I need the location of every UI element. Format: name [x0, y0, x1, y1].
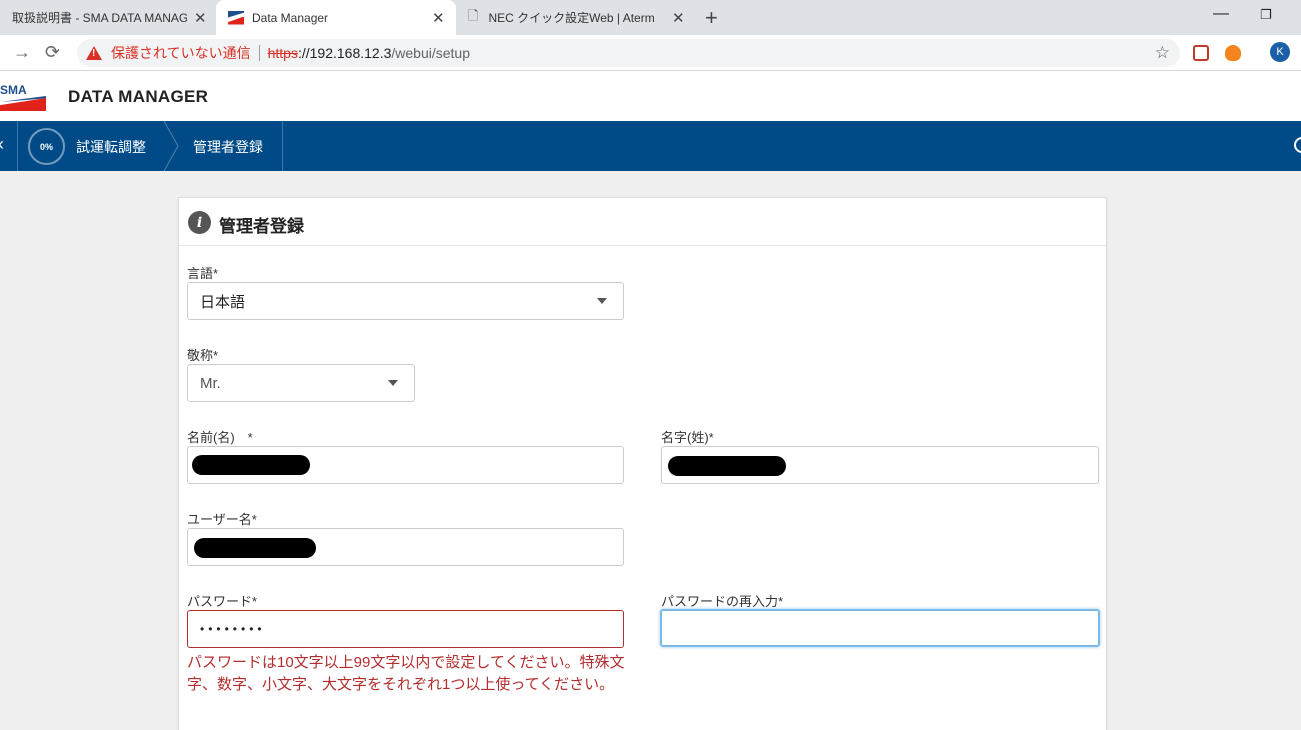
username-label: ユーザー名*	[187, 512, 257, 527]
bookmark-star-icon[interactable]: ☆	[1155, 43, 1170, 63]
wizard-step-admin-registration[interactable]: 管理者登録	[193, 137, 263, 157]
first-name-label: 名前(名) *	[187, 430, 253, 445]
forward-icon[interactable]: →	[13, 42, 31, 63]
close-icon[interactable]: ✕	[432, 9, 445, 27]
tab-title: 取扱説明書 - SMA DATA MANAG	[12, 11, 187, 25]
card-header: i 管理者登録	[179, 198, 1106, 246]
document-icon: 🗋	[468, 7, 479, 23]
sma-favicon-icon	[228, 10, 244, 25]
tab-title: Data Manager	[252, 10, 329, 25]
salutation-select[interactable]: Mr.	[187, 364, 415, 402]
help-icon[interactable]	[1294, 137, 1301, 153]
first-name-input[interactable]	[187, 446, 624, 484]
salutation-label: 敬称*	[187, 348, 219, 363]
password-confirm-label: パスワードの再入力*	[661, 594, 784, 609]
language-select[interactable]: 日本語	[187, 282, 624, 320]
browser-toolbar: → ⟳ 保護されていない通信 https://192.168.12.3/webu…	[0, 35, 1301, 71]
wizard-bar: ‹ 0% 試運転調整 管理者登録	[0, 121, 1301, 171]
salutation-value: Mr.	[200, 374, 221, 392]
app-title: DATA MANAGER	[68, 87, 209, 106]
last-name-input[interactable]	[661, 446, 1099, 484]
restore-button[interactable]: ❐	[1260, 7, 1272, 23]
chevron-left-icon[interactable]: ‹	[0, 134, 4, 155]
close-icon[interactable]: ✕	[672, 9, 685, 27]
tab-title: NEC クイック設定Web | Aterm	[488, 11, 655, 25]
language-value: 日本語	[200, 293, 246, 311]
divider	[282, 121, 283, 171]
redaction-mark	[668, 456, 786, 476]
new-tab-button[interactable]: +	[705, 5, 718, 31]
metamask-extension-icon[interactable]	[1225, 45, 1241, 61]
caret-down-icon	[388, 380, 398, 386]
browser-tab-data-manager[interactable]: Data Manager ✕	[216, 0, 456, 35]
password-confirm-input[interactable]	[660, 609, 1100, 647]
password-error-message: パスワードは10文字以上99文字以内で設定してください。特殊文字、数字、小文字、…	[187, 654, 625, 693]
divider	[258, 45, 260, 61]
security-label[interactable]: 保護されていない通信	[111, 43, 251, 63]
last-name-label: 名字(姓)*	[661, 430, 714, 445]
caret-down-icon	[597, 298, 607, 304]
progress-indicator: 0%	[28, 128, 65, 165]
redaction-mark	[194, 538, 316, 558]
url-path: /webui/setup	[391, 45, 470, 61]
chevron-right-icon	[163, 121, 179, 171]
profile-avatar[interactable]: K	[1270, 42, 1290, 62]
url-host: ://192.168.12.3	[297, 45, 392, 61]
browser-tab-nec[interactable]: 🗋 NEC クイック設定Web | Aterm ✕	[458, 0, 698, 35]
card-title: 管理者登録	[219, 217, 304, 236]
redaction-mark	[192, 455, 310, 475]
wizard-step-commissioning[interactable]: 試運転調整	[76, 137, 146, 157]
language-label: 言語*	[187, 266, 219, 281]
pocket-extension-icon[interactable]	[1193, 45, 1209, 61]
username-input[interactable]	[187, 528, 624, 566]
browser-tab-manual[interactable]: 取扱説明書 - SMA DATA MANAG ✕	[0, 0, 215, 35]
password-input[interactable]: ••••••••	[187, 610, 624, 648]
divider	[17, 121, 18, 171]
reload-icon[interactable]: ⟳	[45, 42, 60, 63]
warning-icon	[86, 46, 102, 60]
url-scheme: https	[267, 45, 298, 61]
minimize-button[interactable]: —	[1213, 5, 1229, 23]
sma-logo: SMA	[0, 83, 46, 111]
info-icon: i	[188, 211, 211, 234]
browser-tabstrip: 取扱説明書 - SMA DATA MANAG ✕ Data Manager ✕ …	[0, 0, 1301, 35]
close-icon[interactable]: ✕	[194, 9, 207, 27]
password-label: パスワード*	[187, 594, 258, 609]
logo-text: SMA	[0, 83, 27, 97]
password-value: ••••••••	[200, 622, 266, 636]
app-header: SMA DATA MANAGER	[0, 71, 1301, 121]
address-bar[interactable]: 保護されていない通信 https://192.168.12.3/webui/se…	[77, 39, 1180, 67]
